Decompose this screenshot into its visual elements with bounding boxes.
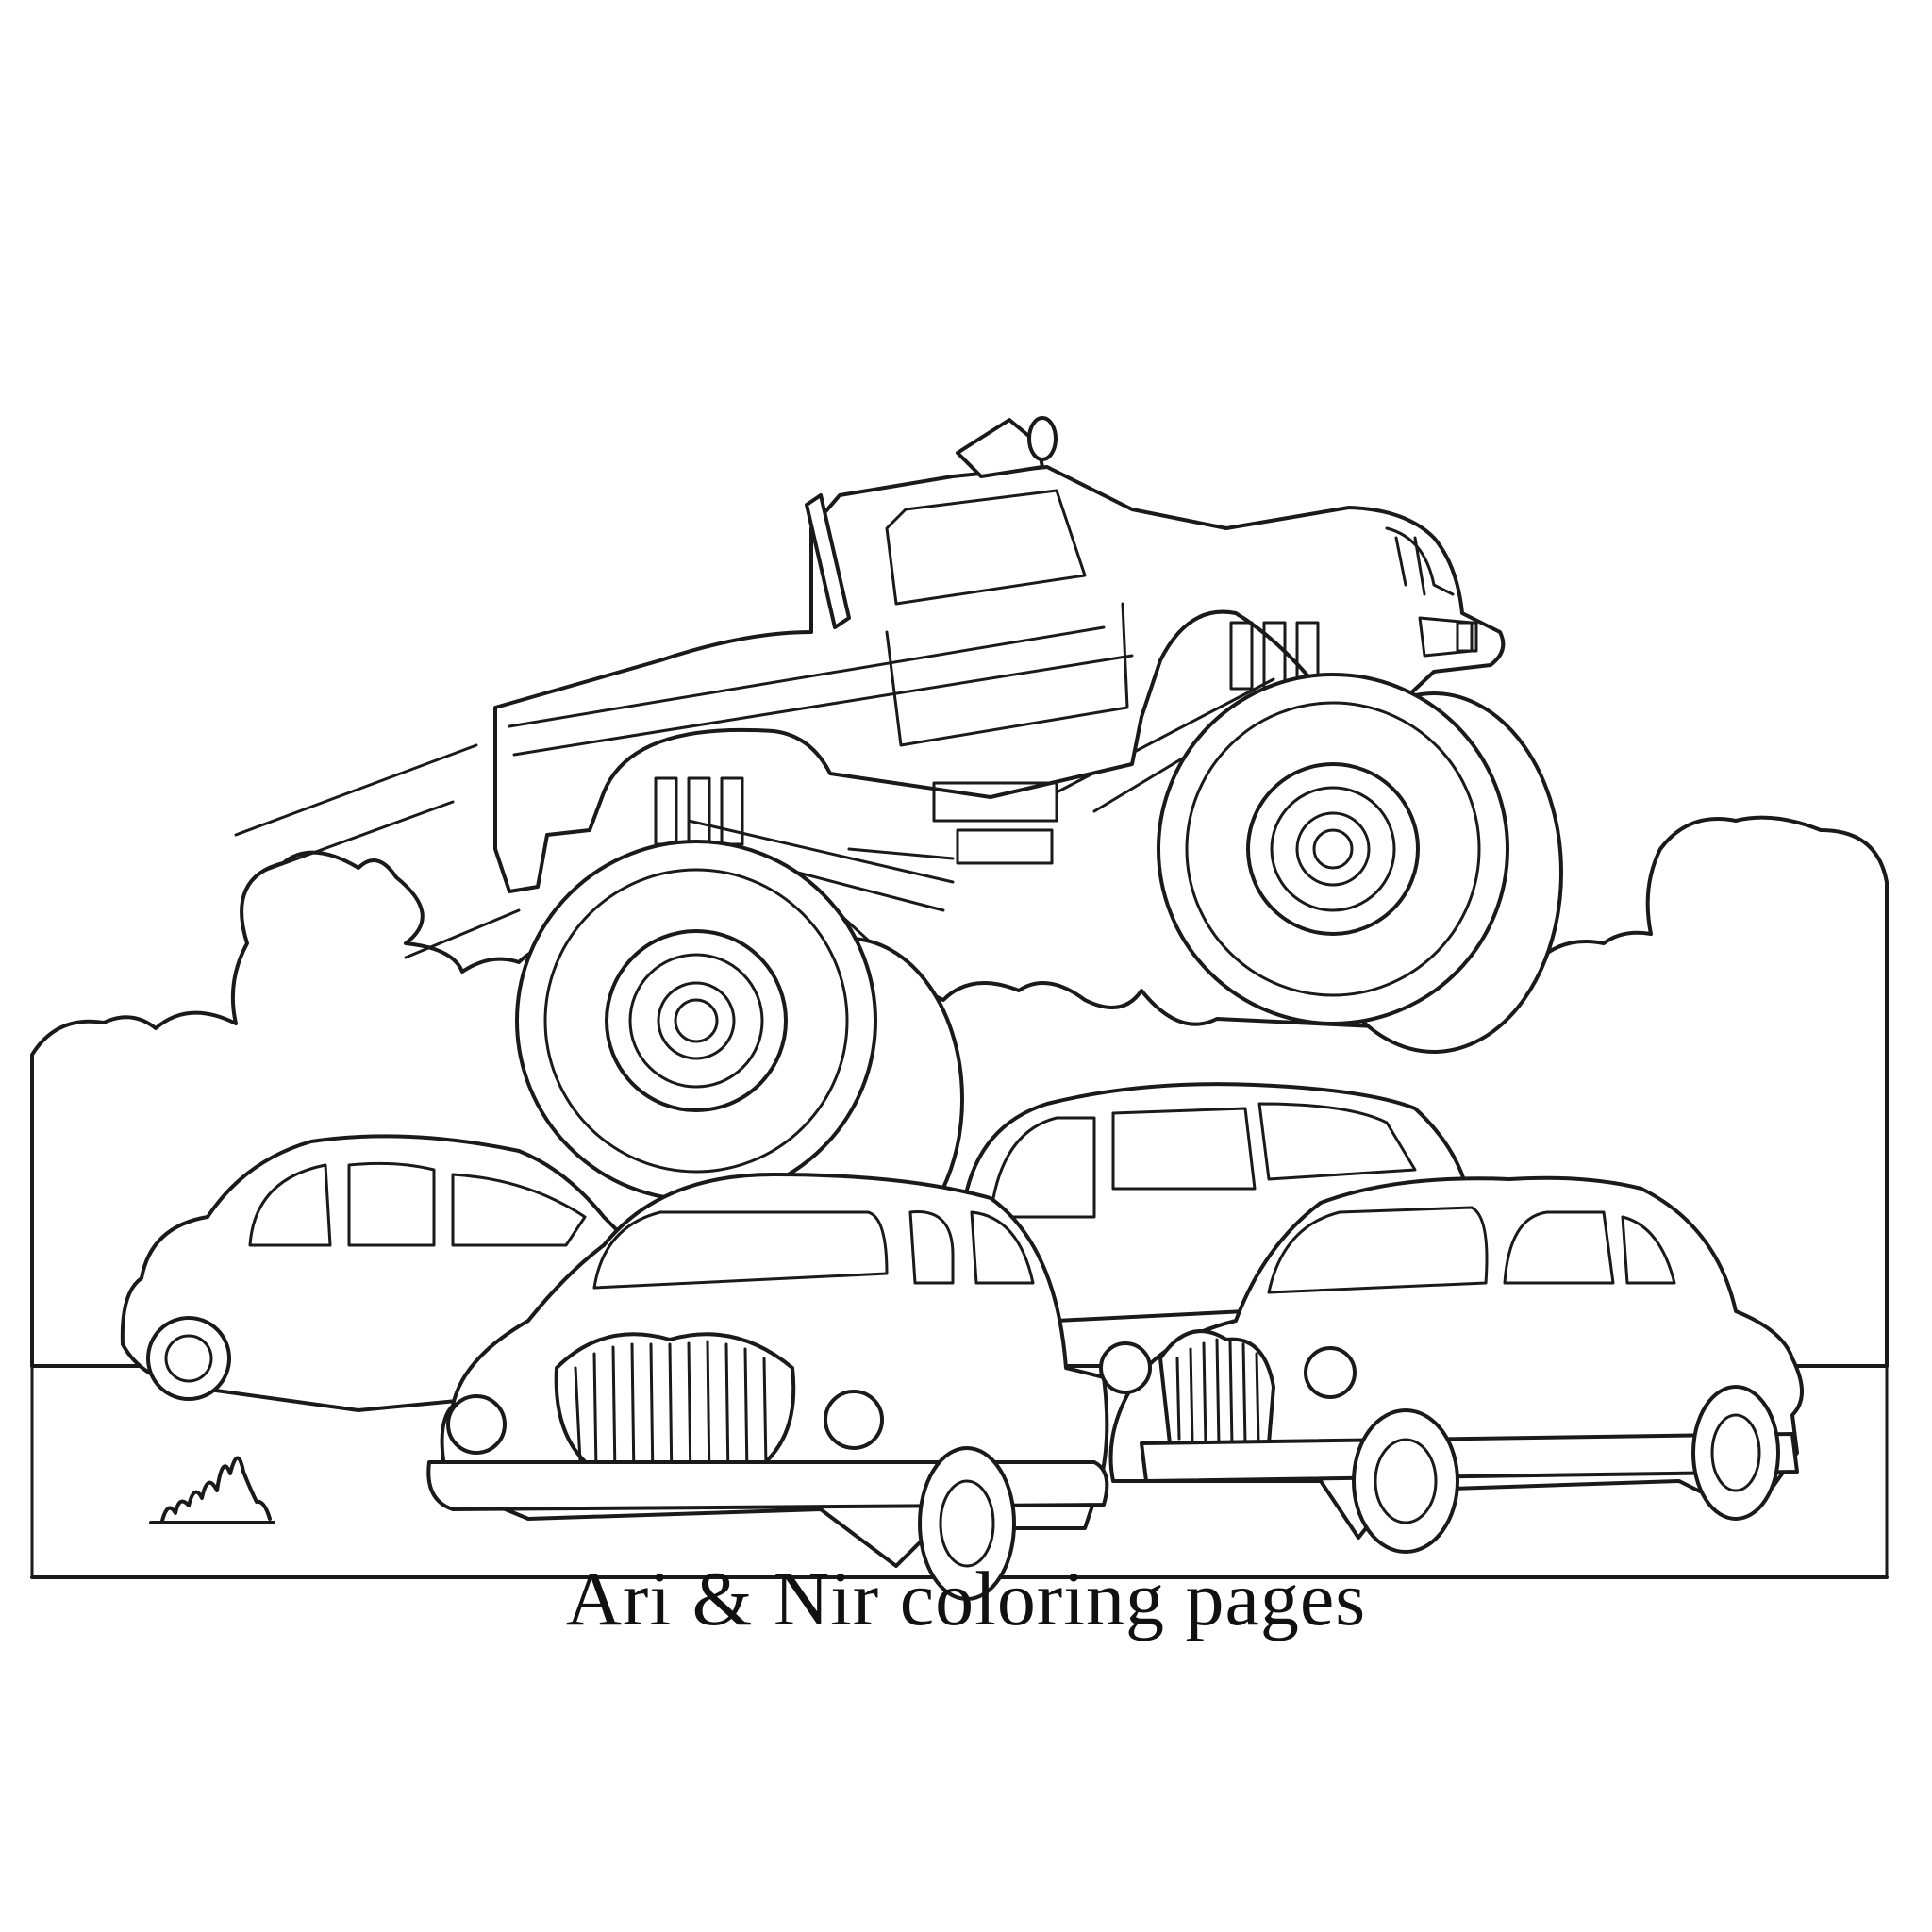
- truck-wheel-rear: [515, 840, 877, 1202]
- speed-lines: [234, 743, 521, 959]
- grass-tuft: [149, 1456, 275, 1524]
- truck-wheel-front: [1157, 673, 1509, 1025]
- caption: Ari & Nir coloring pages: [565, 1556, 1367, 1641]
